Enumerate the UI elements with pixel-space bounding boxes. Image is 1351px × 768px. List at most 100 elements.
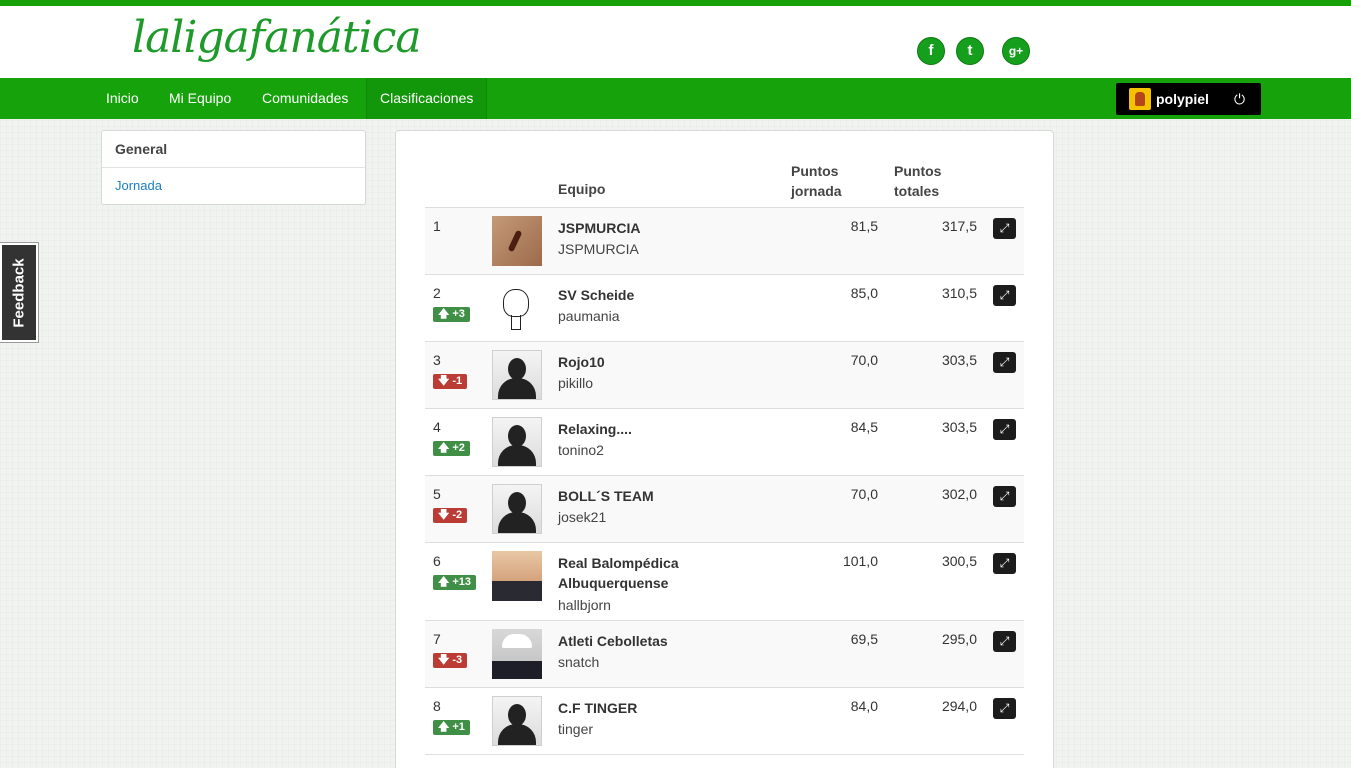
position-change-value: -2 [452, 509, 463, 521]
position: 8 [433, 698, 441, 714]
puntos-jornada: 84,0 [850, 698, 878, 714]
team-avatar [492, 551, 542, 601]
puntos-totales: 300,5 [941, 553, 977, 569]
puntos-jornada: 70,0 [850, 486, 878, 502]
position: 6 [433, 553, 441, 569]
team-avatar [492, 417, 542, 467]
position-change-value: +3 [452, 308, 465, 320]
table-row: 3 🡇 -1 Rojo10 pikillo 70,0 303,5 ⤢ [425, 342, 1024, 409]
position: 2 [433, 285, 441, 301]
position-change-badge: 🡅 +1 [433, 720, 470, 735]
team-name[interactable]: BOLL´S TEAM [558, 486, 768, 506]
user-avatar [1129, 88, 1151, 110]
team-avatar [492, 350, 542, 400]
position-change-value: +2 [452, 442, 465, 454]
sidebar-item-general[interactable]: General [102, 131, 365, 168]
team-avatar [492, 629, 542, 679]
team-name[interactable]: C.F TINGER [558, 698, 768, 718]
position-change-value: +1 [452, 721, 465, 733]
table-row: 6 🡅 +13 Real Balompédica Albuquerquense hal… [425, 543, 1024, 621]
arrow-down-icon: 🡇 [438, 654, 450, 666]
power-icon[interactable]: ⏻ [1234, 83, 1245, 115]
position-change-badge: 🡅 +2 [433, 441, 470, 456]
arrow-down-icon: 🡇 [438, 375, 450, 387]
expand-icon[interactable]: ⤢ [993, 419, 1016, 440]
standings-panel: Equipo Puntos jornada Puntos totales 1 JS… [395, 130, 1054, 768]
arrow-up-icon: 🡅 [438, 308, 450, 320]
puntos-totales: 294,0 [941, 698, 977, 714]
position-change-badge: 🡅 +3 [433, 307, 470, 322]
nav-inicio[interactable]: Inicio [93, 78, 152, 119]
table-row: 5 🡇 -2 BOLL´S TEAM josek21 70,0 302,0 ⤢ [425, 476, 1024, 543]
site-logo[interactable]: laligafanática [132, 12, 422, 63]
expand-icon[interactable]: ⤢ [993, 486, 1016, 507]
expand-icon[interactable]: ⤢ [993, 352, 1016, 373]
team-owner[interactable]: hallbjorn [558, 595, 611, 615]
col-header-pj-line2: jornada [791, 183, 842, 199]
position: 4 [433, 419, 441, 435]
col-header-pt-line1: Puntos [894, 163, 942, 179]
col-header-pj-line1: Puntos [791, 163, 839, 179]
puntos-jornada: 101,0 [842, 553, 878, 569]
nav-comunidades[interactable]: Comunidades [249, 78, 361, 119]
position-change-value: +13 [452, 576, 472, 588]
arrow-up-icon: 🡅 [438, 721, 450, 733]
position-change-value: -1 [452, 375, 463, 387]
team-name[interactable]: Real Balompédica Albuquerquense [558, 553, 768, 593]
puntos-jornada: 81,5 [850, 218, 878, 234]
team-owner[interactable]: snatch [558, 652, 599, 672]
puntos-totales: 303,5 [941, 419, 977, 435]
sidebar: General Jornada [101, 130, 366, 205]
sidebar-item-jornada[interactable]: Jornada [102, 168, 365, 204]
team-avatar [492, 283, 542, 333]
position: 3 [433, 352, 441, 368]
header: laligafanática f t g+ [0, 6, 1351, 78]
expand-icon[interactable]: ⤢ [993, 553, 1016, 574]
expand-icon[interactable]: ⤢ [993, 631, 1016, 652]
position-change-badge: 🡇 -1 [433, 374, 468, 389]
team-avatar [492, 484, 542, 534]
expand-icon[interactable]: ⤢ [993, 285, 1016, 306]
username[interactable]: polypiel [1156, 83, 1209, 115]
position: 5 [433, 486, 441, 502]
team-owner[interactable]: JSPMURCIA [558, 239, 639, 259]
puntos-jornada: 69,5 [850, 631, 878, 647]
team-name[interactable]: SV Scheide [558, 285, 768, 305]
team-name[interactable]: Relaxing.... [558, 419, 768, 439]
table-row: 4 🡅 +2 Relaxing.... tonino2 84,5 303,5 ⤢ [425, 409, 1024, 476]
col-header-team: Equipo [558, 181, 606, 197]
expand-icon[interactable]: ⤢ [993, 218, 1016, 239]
facebook-icon[interactable]: f [917, 37, 945, 65]
team-name[interactable]: Atleti Cebolletas [558, 631, 768, 651]
team-owner[interactable]: tinger [558, 719, 593, 739]
team-owner[interactable]: josek21 [558, 507, 606, 527]
user-menu[interactable]: polypiel ⏻ [1116, 83, 1261, 115]
team-name[interactable]: Rojo10 [558, 352, 768, 372]
team-owner[interactable]: paumania [558, 306, 620, 326]
team-owner[interactable]: pikillo [558, 373, 593, 393]
position-change-value: -3 [452, 654, 463, 666]
team-avatar [492, 216, 542, 266]
puntos-totales: 317,5 [941, 218, 977, 234]
nav-clasificaciones[interactable]: Clasificaciones [366, 78, 488, 119]
googleplus-icon[interactable]: g+ [1002, 37, 1030, 65]
position: 7 [433, 631, 441, 647]
arrow-up-icon: 🡅 [438, 576, 450, 588]
puntos-jornada: 84,5 [850, 419, 878, 435]
twitter-icon[interactable]: t [956, 37, 984, 65]
team-owner[interactable]: tonino2 [558, 440, 604, 460]
navbar: Inicio Mi Equipo Comunidades Clasificaci… [0, 78, 1351, 119]
feedback-label: Feedback [10, 257, 28, 328]
position-change-badge: 🡅 +13 [433, 575, 477, 590]
table-row: 7 🡇 -3 Atleti Cebolletas snatch 69,5 295,0 ⤢ [425, 621, 1024, 688]
table-row: 1 JSPMURCIA JSPMURCIA 81,5 317,5 ⤢ [425, 208, 1024, 275]
puntos-jornada: 85,0 [850, 285, 878, 301]
position-change-badge: 🡇 -2 [433, 508, 468, 523]
table-row: 2 🡅 +3 SV Scheide paumania 85,0 310,5 ⤢ [425, 275, 1024, 342]
expand-icon[interactable]: ⤢ [993, 698, 1016, 719]
nav-mi-equipo[interactable]: Mi Equipo [156, 78, 244, 119]
col-header-puntos-jornada: Puntos jornada [791, 161, 842, 201]
feedback-tab[interactable]: Feedback [0, 243, 38, 342]
team-name[interactable]: JSPMURCIA [558, 218, 768, 238]
col-header-puntos-totales: Puntos totales [894, 161, 941, 201]
